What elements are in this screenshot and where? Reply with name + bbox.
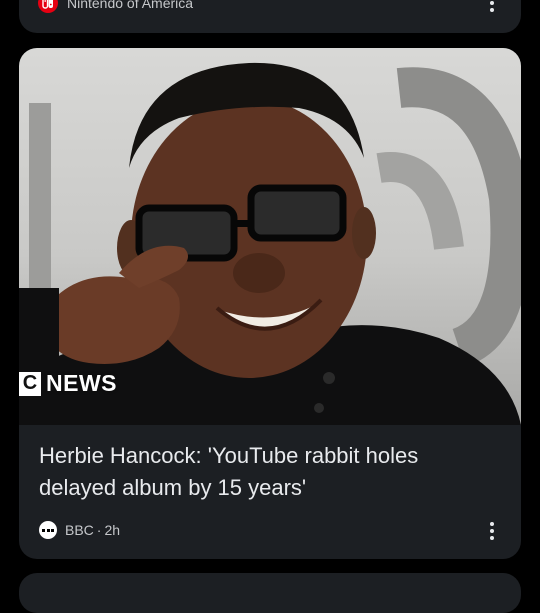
news-card-previous[interactable]: Nintendo of America xyxy=(19,0,521,33)
article-headline[interactable]: Herbie Hancock: 'YouTube rabbit holes de… xyxy=(39,440,499,504)
watermark-letter: C xyxy=(19,371,41,396)
more-options-button[interactable] xyxy=(483,0,501,15)
bbc-logo-icon xyxy=(39,521,57,539)
news-card-next[interactable] xyxy=(19,573,521,613)
source-row: BBC · 2h xyxy=(39,521,120,539)
source-name: BBC xyxy=(65,522,94,538)
watermark-text: NEWS xyxy=(46,370,117,396)
source-row: Nintendo of America xyxy=(38,0,193,13)
bbc-news-watermark: C NEWS xyxy=(19,370,117,397)
article-image[interactable]: C NEWS xyxy=(19,48,521,425)
nintendo-logo-icon xyxy=(38,0,58,13)
more-options-button[interactable] xyxy=(483,519,501,543)
portrait-illustration xyxy=(19,62,521,425)
publish-time: 2h xyxy=(104,522,121,538)
meta-separator: · xyxy=(96,522,102,538)
source-name: Nintendo of America xyxy=(67,0,194,11)
news-card[interactable]: C NEWS Herbie Hancock: 'YouTube rabbit h… xyxy=(19,48,521,559)
